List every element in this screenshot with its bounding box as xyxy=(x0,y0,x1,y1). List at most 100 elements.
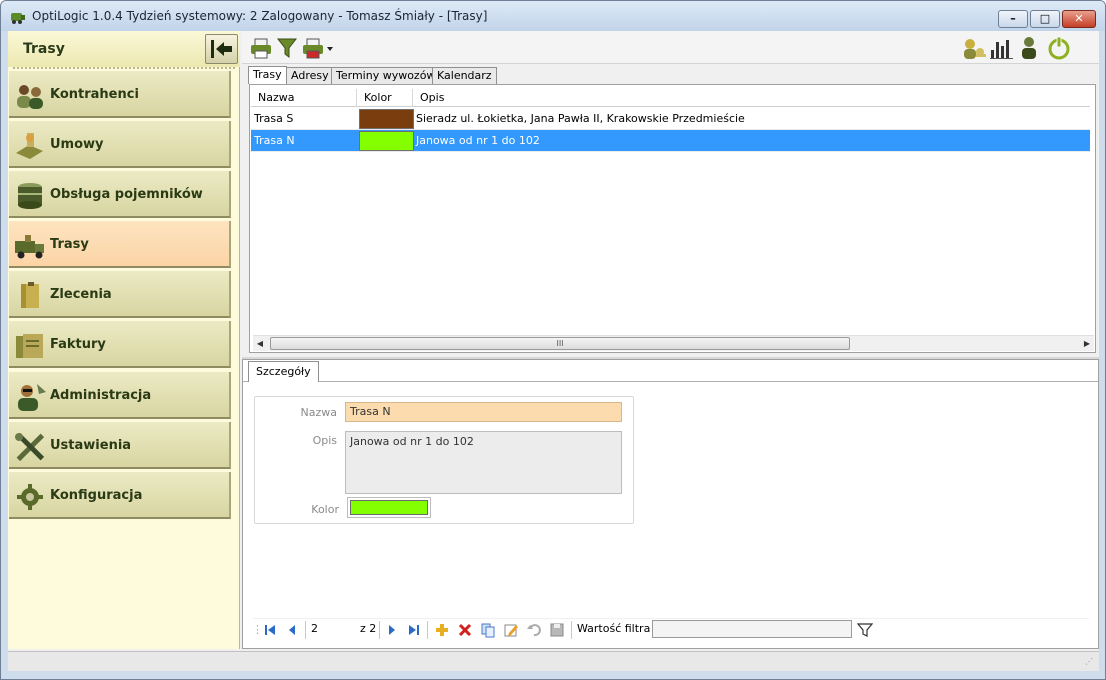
nav-label-faktury: Faktury xyxy=(50,337,106,352)
tab-terminy-wywozow[interactable]: Terminy wywozów xyxy=(331,67,441,84)
tab-szczegoly[interactable]: Szczegóły xyxy=(248,361,319,382)
tab-trasy[interactable]: Trasy xyxy=(248,66,287,84)
delete-record-icon[interactable] xyxy=(457,622,473,638)
record-total: z 2 xyxy=(360,622,377,635)
nav-label-umowy: Umowy xyxy=(50,137,104,152)
label-opis: Opis xyxy=(312,434,337,447)
copy-record-icon[interactable] xyxy=(480,622,496,638)
print-dropdown-icon[interactable] xyxy=(302,36,336,60)
nav-divider xyxy=(13,67,235,69)
details-form: Nazwa Trasa N Opis Janowa od nr 1 do 102… xyxy=(254,396,634,524)
close-button[interactable]: ✕ xyxy=(1062,10,1096,28)
containers-icon xyxy=(18,183,42,209)
prev-record-icon[interactable] xyxy=(284,622,300,638)
last-record-icon[interactable] xyxy=(406,622,422,638)
nav-label-obsluga-pojemnikow: Obsługa pojemników xyxy=(50,187,203,202)
filter-value-input[interactable] xyxy=(652,620,852,638)
nav-label-kontrahenci: Kontrahenci xyxy=(50,87,139,102)
nazwa-field[interactable]: Trasa N xyxy=(345,402,622,422)
opis-field[interactable]: Janowa od nr 1 do 102 xyxy=(345,431,622,494)
nav-separator xyxy=(427,621,428,639)
user-icon[interactable] xyxy=(1018,36,1040,60)
title-bar: OptiLogic 1.0.4 Tydzień systemowy: 2 Zal… xyxy=(1,1,1105,31)
record-position-input[interactable]: 2 xyxy=(308,620,356,638)
power-icon[interactable] xyxy=(1046,36,1072,60)
tab-adresy[interactable]: Adresy xyxy=(286,67,334,84)
first-record-icon[interactable] xyxy=(262,622,278,638)
edit-record-icon[interactable] xyxy=(503,622,519,638)
nav-item-zlecenia[interactable]: Zlecenia xyxy=(9,271,231,318)
app-logo-icon xyxy=(11,13,25,24)
nav-item-faktury[interactable]: Faktury xyxy=(9,321,231,368)
scroll-left-icon[interactable]: ◀ xyxy=(253,337,267,351)
cell-opis: Janowa od nr 1 do 102 xyxy=(416,134,540,147)
tools-icon xyxy=(15,432,45,462)
stats-icon[interactable] xyxy=(989,36,1015,60)
filter-label: Wartość filtra xyxy=(577,622,651,635)
thumb-grip: III xyxy=(556,339,564,348)
table-row[interactable]: Trasa S Sieradz ul. Łokietka, Jana Pawła… xyxy=(251,108,1090,130)
label-nazwa: Nazwa xyxy=(300,406,337,419)
cell-opis: Sieradz ul. Łokietka, Jana Pawła II, Kra… xyxy=(416,112,745,125)
client-area: Trasy Kontrahenci Umowy Obsługa pojemnik… xyxy=(8,31,1099,671)
label-kolor: Kolor xyxy=(311,503,339,516)
print-icon[interactable] xyxy=(250,36,272,60)
nav-separator xyxy=(379,621,380,639)
nav-item-trasy[interactable]: Trasy xyxy=(9,221,231,268)
main-toolbar xyxy=(242,31,1099,64)
scroll-right-icon[interactable]: ▶ xyxy=(1080,337,1094,351)
routes-grid: Nazwa Kolor Opis Trasa S Sieradz ul. Łok… xyxy=(249,84,1096,353)
nav-item-obsluga-pojemnikow[interactable]: Obsługa pojemników xyxy=(9,171,231,218)
resize-grip-icon[interactable]: ⋰ xyxy=(1085,657,1095,667)
nav-separator xyxy=(571,621,572,639)
minimize-icon: – xyxy=(1010,12,1016,25)
tab-kalendarz[interactable]: Kalendarz xyxy=(432,67,497,84)
horizontal-scrollbar[interactable]: ◀ III ▶ xyxy=(253,335,1094,351)
add-record-icon[interactable] xyxy=(434,622,450,638)
filter-icon[interactable] xyxy=(276,36,298,60)
nav-label-administracja: Administracja xyxy=(50,388,152,403)
nav-item-kontrahenci[interactable]: Kontrahenci xyxy=(9,71,231,118)
collapse-panel-button[interactable] xyxy=(205,34,238,64)
nav-item-konfiguracja[interactable]: Konfiguracja xyxy=(9,472,231,519)
cell-kolor-swatch xyxy=(359,109,414,129)
main-area: Trasy Adresy Terminy wywozów Kalendarz N… xyxy=(242,31,1099,649)
contacts-icon xyxy=(17,85,43,109)
orders-icon xyxy=(21,282,39,308)
close-icon: ✕ xyxy=(1074,12,1084,25)
status-bar: ⋰ xyxy=(8,651,1099,671)
app-window: OptiLogic 1.0.4 Tydzień systemowy: 2 Zal… xyxy=(0,0,1106,680)
handshake-icon xyxy=(16,133,43,159)
minimize-button[interactable]: – xyxy=(998,10,1028,28)
kolor-swatch xyxy=(350,500,428,515)
scrollbar-thumb[interactable]: III xyxy=(270,337,850,350)
nav-panel-title: Trasy xyxy=(23,41,65,57)
nav-item-umowy[interactable]: Umowy xyxy=(9,121,231,168)
nav-separator xyxy=(305,621,306,639)
nav-item-ustawienia[interactable]: Ustawienia xyxy=(9,422,231,469)
column-header-kolor[interactable]: Kolor xyxy=(357,89,413,107)
filter-apply-icon[interactable] xyxy=(857,622,873,638)
nav-label-trasy: Trasy xyxy=(50,237,89,252)
table-row-selected[interactable]: Trasa N Janowa od nr 1 do 102 xyxy=(251,130,1090,152)
gear-icon xyxy=(17,484,43,510)
undo-icon xyxy=(527,624,541,637)
maximize-icon: □ xyxy=(1039,12,1051,25)
column-header-nazwa[interactable]: Nazwa xyxy=(251,89,357,107)
nav-item-administracja[interactable]: Administracja xyxy=(9,372,231,419)
kolor-picker[interactable] xyxy=(347,497,431,518)
record-navigator: ⋮ 2 z 2 Wartość filtra xyxy=(252,618,1089,640)
user-key-icon[interactable] xyxy=(961,36,987,60)
maximize-button[interactable]: □ xyxy=(1030,10,1060,28)
save-icon xyxy=(550,623,564,637)
nav-label-zlecenia: Zlecenia xyxy=(50,287,112,302)
cell-nazwa: Trasa S xyxy=(254,112,294,125)
nav-label-konfiguracja: Konfiguracja xyxy=(50,488,143,503)
next-record-icon[interactable] xyxy=(384,622,400,638)
column-header-opis[interactable]: Opis xyxy=(413,89,1090,107)
truck-icon xyxy=(15,235,44,259)
collapse-left-icon xyxy=(211,40,232,58)
nav-label-ustawienia: Ustawienia xyxy=(50,438,132,453)
details-tab-line xyxy=(243,381,1098,382)
cell-kolor-swatch xyxy=(359,131,414,151)
